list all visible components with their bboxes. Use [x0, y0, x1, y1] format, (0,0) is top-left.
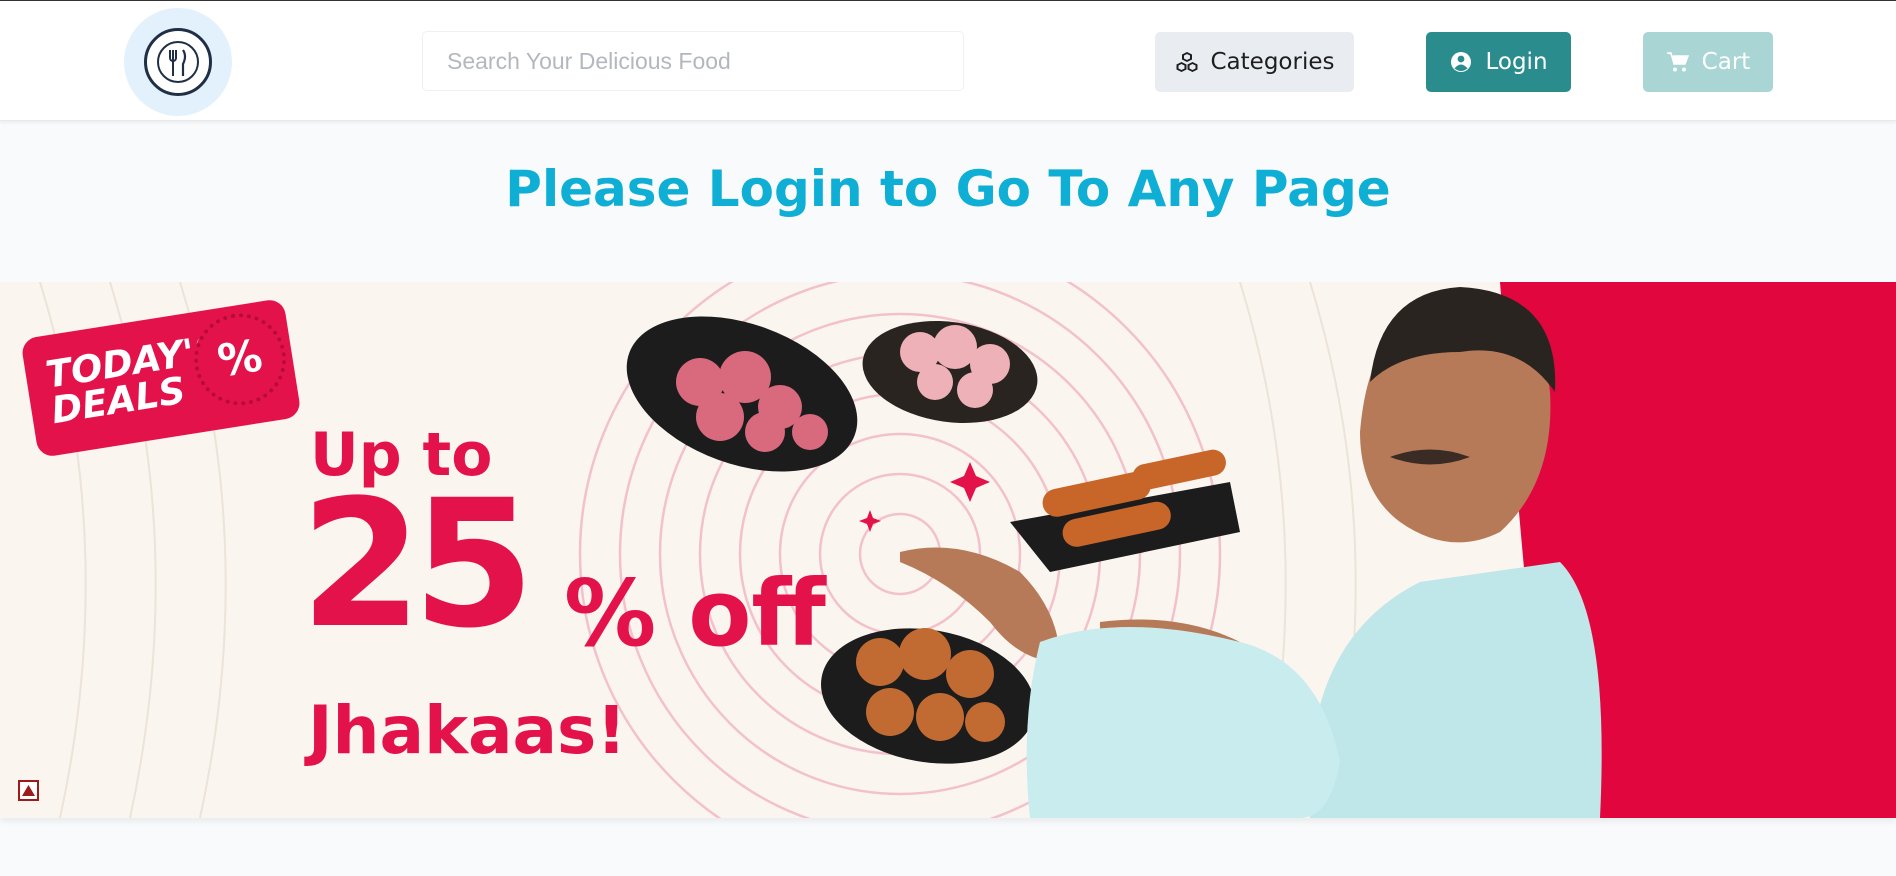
search-input[interactable]	[422, 31, 964, 91]
deal-seal-symbol: %	[214, 330, 266, 388]
login-required-heading: Please Login to Go To Any Page	[505, 160, 1391, 218]
cart-label: Cart	[1701, 49, 1751, 75]
navbar: Categories Login Cart	[0, 1, 1896, 121]
triangle-up-icon	[22, 785, 35, 796]
shopping-cart-icon	[1666, 52, 1689, 72]
categories-label: Categories	[1210, 49, 1335, 75]
user-circle-icon	[1451, 52, 1472, 72]
promo-off-text: % off	[564, 560, 826, 667]
logo[interactable]	[124, 8, 232, 116]
fork-knife-icon	[157, 41, 199, 83]
categories-button[interactable]: Categories	[1155, 32, 1354, 92]
restaurant-logo-badge	[144, 28, 212, 96]
cubes-icon	[1176, 52, 1197, 72]
login-label: Login	[1485, 49, 1548, 75]
ad-info-icon[interactable]	[18, 780, 39, 801]
promo-amount-text: 25	[300, 462, 535, 667]
promo-banner[interactable]: TODAY'S DEALS % Up to 25 % off Jhakaas!	[0, 282, 1896, 818]
promo-tagline-text: Jhakaas!	[308, 692, 627, 769]
login-button[interactable]: Login	[1426, 32, 1571, 92]
cart-button[interactable]: Cart	[1643, 32, 1773, 92]
